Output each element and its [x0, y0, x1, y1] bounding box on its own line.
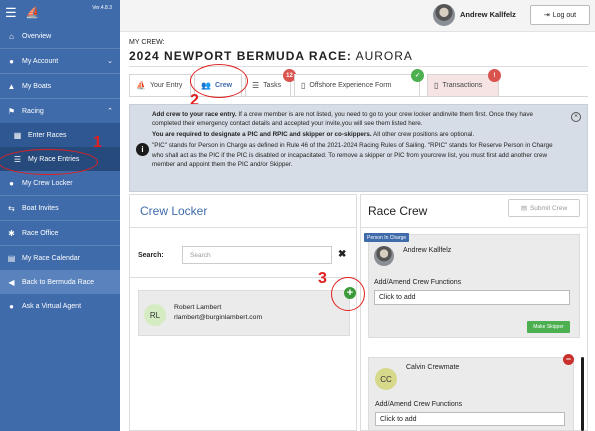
scrollbar[interactable] [581, 357, 584, 431]
annotation-number-1: 1 [93, 134, 102, 151]
checklist-icon: ☰ [252, 81, 260, 90]
chat-icon: ● [9, 301, 14, 311]
avatar: RL [144, 304, 166, 326]
info-box: i × Add crew to your race entry. If a cr… [129, 104, 588, 192]
crew-label: MY CREW: [129, 39, 165, 46]
hamburger-menu-icon[interactable]: ☰ [5, 6, 17, 19]
info-paragraph-2: You are required to designate a PIC and … [152, 131, 475, 139]
logout-icon: ⇥ [543, 12, 550, 19]
annotation-number-3: 3 [318, 270, 327, 287]
sidebar-item-race-office[interactable]: ✱ Race Office [0, 221, 120, 245]
sidebar-item-enter-races[interactable]: ▦ Enter Races [0, 123, 120, 147]
home-icon: ⌂ [9, 31, 14, 41]
sidebar-header: ☰ ⛵ Ver.4.8.3 [0, 0, 120, 24]
search-label: Search: [138, 252, 164, 259]
person-in-charge-badge: Person In Charge [364, 233, 410, 242]
search-input[interactable]: Search [182, 246, 332, 264]
boat-icon: ▲ [7, 81, 16, 91]
crew-functions-field[interactable]: Click to add [375, 412, 565, 426]
sidebar-item-racing[interactable]: ⚑ Racing ⌃ [0, 99, 120, 123]
make-skipper-button[interactable]: Make Skipper [527, 321, 570, 333]
tab-your-entry[interactable]: ⛵ Your Entry [129, 74, 191, 96]
avatar[interactable] [433, 4, 455, 26]
race-crew-title: Race Crew [368, 204, 428, 218]
member-name: Robert Lambert [174, 304, 222, 311]
divider [129, 66, 588, 67]
remove-crew-button[interactable]: − [563, 354, 574, 365]
calendar-icon: ▦ [13, 130, 22, 140]
sidebar-item-my-race-calendar[interactable]: ▤ My Race Calendar [0, 246, 120, 270]
submit-crew-button[interactable]: ▤ Submit Crew [508, 199, 580, 217]
calendar-icon: ▤ [7, 253, 16, 263]
page-title: 2024 NEWPORT BERMUDA RACE: AURORA [129, 49, 413, 63]
sidebar-item-back-to-bermuda-race[interactable]: ◀ Back to Bermuda Race [0, 270, 120, 294]
sailboat-icon: ⛵ [136, 81, 146, 90]
document-icon: ▯ [434, 81, 439, 90]
crew-functions-field[interactable]: Click to add [374, 290, 570, 305]
sidebar-item-boat-invites[interactable]: ⇆ Boat Invites [0, 196, 120, 220]
sidebar-item-ask-virtual-agent[interactable]: ● Ask a Virtual Agent [0, 294, 120, 318]
gear-icon: ✱ [8, 228, 15, 238]
crew-functions-label: Add/Amend Crew Functions [374, 279, 462, 286]
annotation-oval-1 [0, 149, 98, 175]
version-label: Ver.4.8.3 [92, 5, 112, 11]
document-icon: ▯ [301, 81, 306, 90]
user-icon: ● [9, 56, 14, 66]
transactions-alert-badge: ! [488, 69, 501, 82]
chevron-down-icon: ⌄ [107, 58, 113, 65]
member-name: Andrew Kallfelz [403, 247, 452, 254]
sidebar: ☰ ⛵ Ver.4.8.3 ⌂ Overview ● My Account ⌄ ▲ M… [0, 0, 120, 431]
clear-search-icon[interactable]: ✖ [338, 249, 346, 260]
divider [129, 227, 357, 228]
sidebar-item-overview[interactable]: ⌂ Overview [0, 24, 120, 48]
close-icon[interactable]: × [571, 112, 581, 122]
document-icon: ▤ [520, 205, 527, 212]
sidebar-item-my-boats[interactable]: ▲ My Boats [0, 74, 120, 98]
crew-locker-member-card [138, 290, 350, 336]
avatar [374, 246, 394, 266]
info-icon: i [136, 143, 149, 156]
info-paragraph-1: Add crew to your race entry. If a crew m… [152, 111, 534, 128]
back-icon: ◀ [8, 277, 15, 287]
users-icon: ● [9, 178, 14, 188]
link-icon: ⇆ [8, 203, 15, 213]
chevron-up-icon: ⌃ [107, 108, 113, 115]
avatar: CC [375, 368, 397, 390]
member-name: Calvin Crewmate [406, 364, 460, 371]
sidebar-item-my-account[interactable]: ● My Account ⌄ [0, 49, 120, 73]
flag-icon: ⚑ [7, 106, 16, 116]
divider [360, 227, 588, 228]
top-bar: Andrew Kallfelz ⇥ Log out [120, 0, 595, 32]
crew-locker-title: Crew Locker [140, 204, 208, 218]
logo[interactable]: ⛵ [26, 6, 40, 19]
member-email: rlambert@burginlambert.com [174, 314, 263, 321]
annotation-oval-3 [331, 277, 365, 311]
username: Andrew Kallfelz [460, 10, 516, 19]
form-complete-badge: ✓ [411, 69, 424, 82]
crew-functions-label: Add/Amend Crew Functions [375, 401, 463, 408]
tab-offshore-experience-form[interactable]: ▯ Offshore Experience Form [294, 74, 420, 96]
info-paragraph-3: "PIC" stands for Person in Charge as def… [152, 142, 553, 168]
logout-button[interactable]: ⇥ Log out [530, 5, 590, 25]
